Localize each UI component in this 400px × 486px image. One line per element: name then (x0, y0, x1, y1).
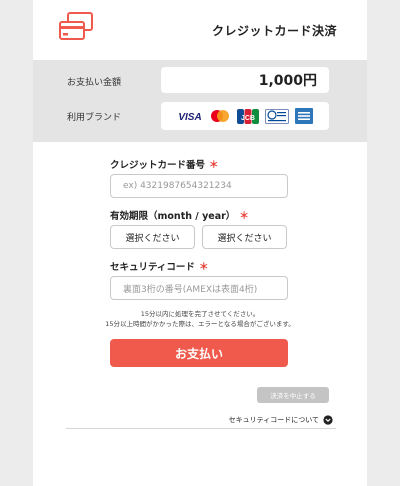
card-number-label: クレジットカード番号＊ (110, 157, 219, 171)
error-warning-note: 15分以上時間がかかった際は、エラーとなる場合がございます。 (105, 320, 295, 328)
expiry-month-select[interactable]: 選択ください (110, 225, 195, 249)
security-code-label-text: セキュリティコード (110, 262, 195, 273)
amex-icon (295, 108, 313, 124)
expiry-year-select[interactable]: 選択ください (202, 225, 287, 249)
time-limit-note: 15分以内に処理を完了させてください。 (140, 310, 260, 318)
amount-label: お支払い金額 (67, 78, 122, 88)
brand-label: 利用ブランド (67, 113, 122, 123)
payment-summary: お支払い金額 1,000円 利用ブランド VISA JCB (33, 60, 367, 142)
cancel-payment-button[interactable]: 決済を中止する (257, 387, 329, 403)
required-mark: ＊ (239, 211, 249, 222)
brand-list: VISA JCB (161, 102, 329, 130)
expiry-label-text: 有効期限（month / year） (110, 211, 236, 222)
diners-icon (265, 108, 289, 124)
svg-text:VISA: VISA (178, 112, 201, 123)
required-mark: ＊ (198, 262, 209, 273)
amount-value: 1,000円 (258, 73, 317, 89)
svg-text:JCB: JCB (241, 115, 255, 122)
card-number-input[interactable]: ex) 4321987654321234 (110, 174, 288, 198)
visa-icon: VISA (177, 109, 203, 123)
jcb-icon: JCB (237, 108, 259, 124)
card-number-label-text: クレジットカード番号 (110, 160, 206, 171)
mastercard-icon (209, 109, 231, 123)
divider (66, 428, 336, 429)
page-title: クレジットカード決済 (211, 24, 337, 38)
security-code-info-label: セキュリティコードについて (228, 416, 319, 424)
chevron-down-icon (323, 415, 333, 425)
security-code-label: セキュリティコード＊ (110, 259, 208, 273)
required-mark: ＊ (209, 160, 219, 171)
security-code-input[interactable]: 裏面3桁の番号(AMEXは表面4桁) (110, 276, 288, 300)
header: クレジットカード決済 (33, 0, 367, 60)
security-code-info-link[interactable]: セキュリティコードについて (193, 414, 333, 426)
payment-panel: クレジットカード決済 お支払い金額 1,000円 利用ブランド VISA JCB… (33, 0, 367, 486)
pay-button[interactable]: お支払い (110, 339, 288, 367)
credit-card-icon (59, 12, 93, 40)
amount-display: 1,000円 (161, 67, 329, 93)
expiry-label: 有効期限（month / year）＊ (110, 208, 249, 222)
